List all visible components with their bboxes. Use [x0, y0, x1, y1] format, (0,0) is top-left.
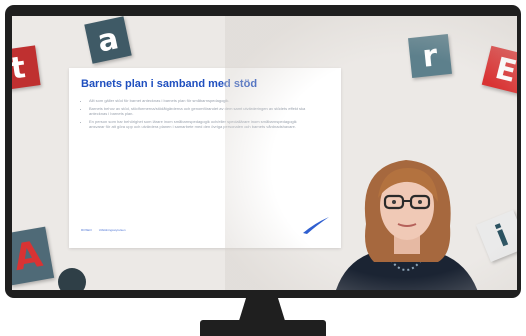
letter-tile-a-icon: a [84, 16, 132, 64]
presentation-slide: Barnets plan i samband med stöd Allt som… [69, 68, 341, 248]
slide-footer-agency: Utbildningsstyrelsen [98, 228, 126, 232]
letter-tile-e-icon: E [481, 45, 517, 95]
slide-bullet: Allt som gäller stöd för barnet anteckna… [89, 98, 311, 103]
slide-bullet: En person som har behörighet som lärare … [89, 119, 311, 129]
letter-tile-t-icon: t [12, 45, 41, 91]
presenter-video [336, 160, 478, 290]
video-screen[interactable]: a t r E A i Barnets plan i samband med s… [12, 16, 517, 290]
slide-title: Barnets plan i samband med stöd [81, 78, 258, 90]
slide-footer-org: ROSEO [81, 228, 92, 232]
letter-tile-r-icon: r [408, 34, 452, 78]
letter-tile-a-upper-icon: A [12, 226, 55, 286]
monitor-stand-base [200, 320, 326, 336]
slide-bullet-list: Allt som gäller stöd för barnet anteckna… [81, 98, 311, 132]
slide-footer: ROSEO Utbildningsstyrelsen [81, 228, 126, 232]
letter-tile-partial-icon [58, 268, 86, 290]
slide-bullet: Barnets behov av stöd, stödformerna/stöd… [89, 106, 311, 116]
